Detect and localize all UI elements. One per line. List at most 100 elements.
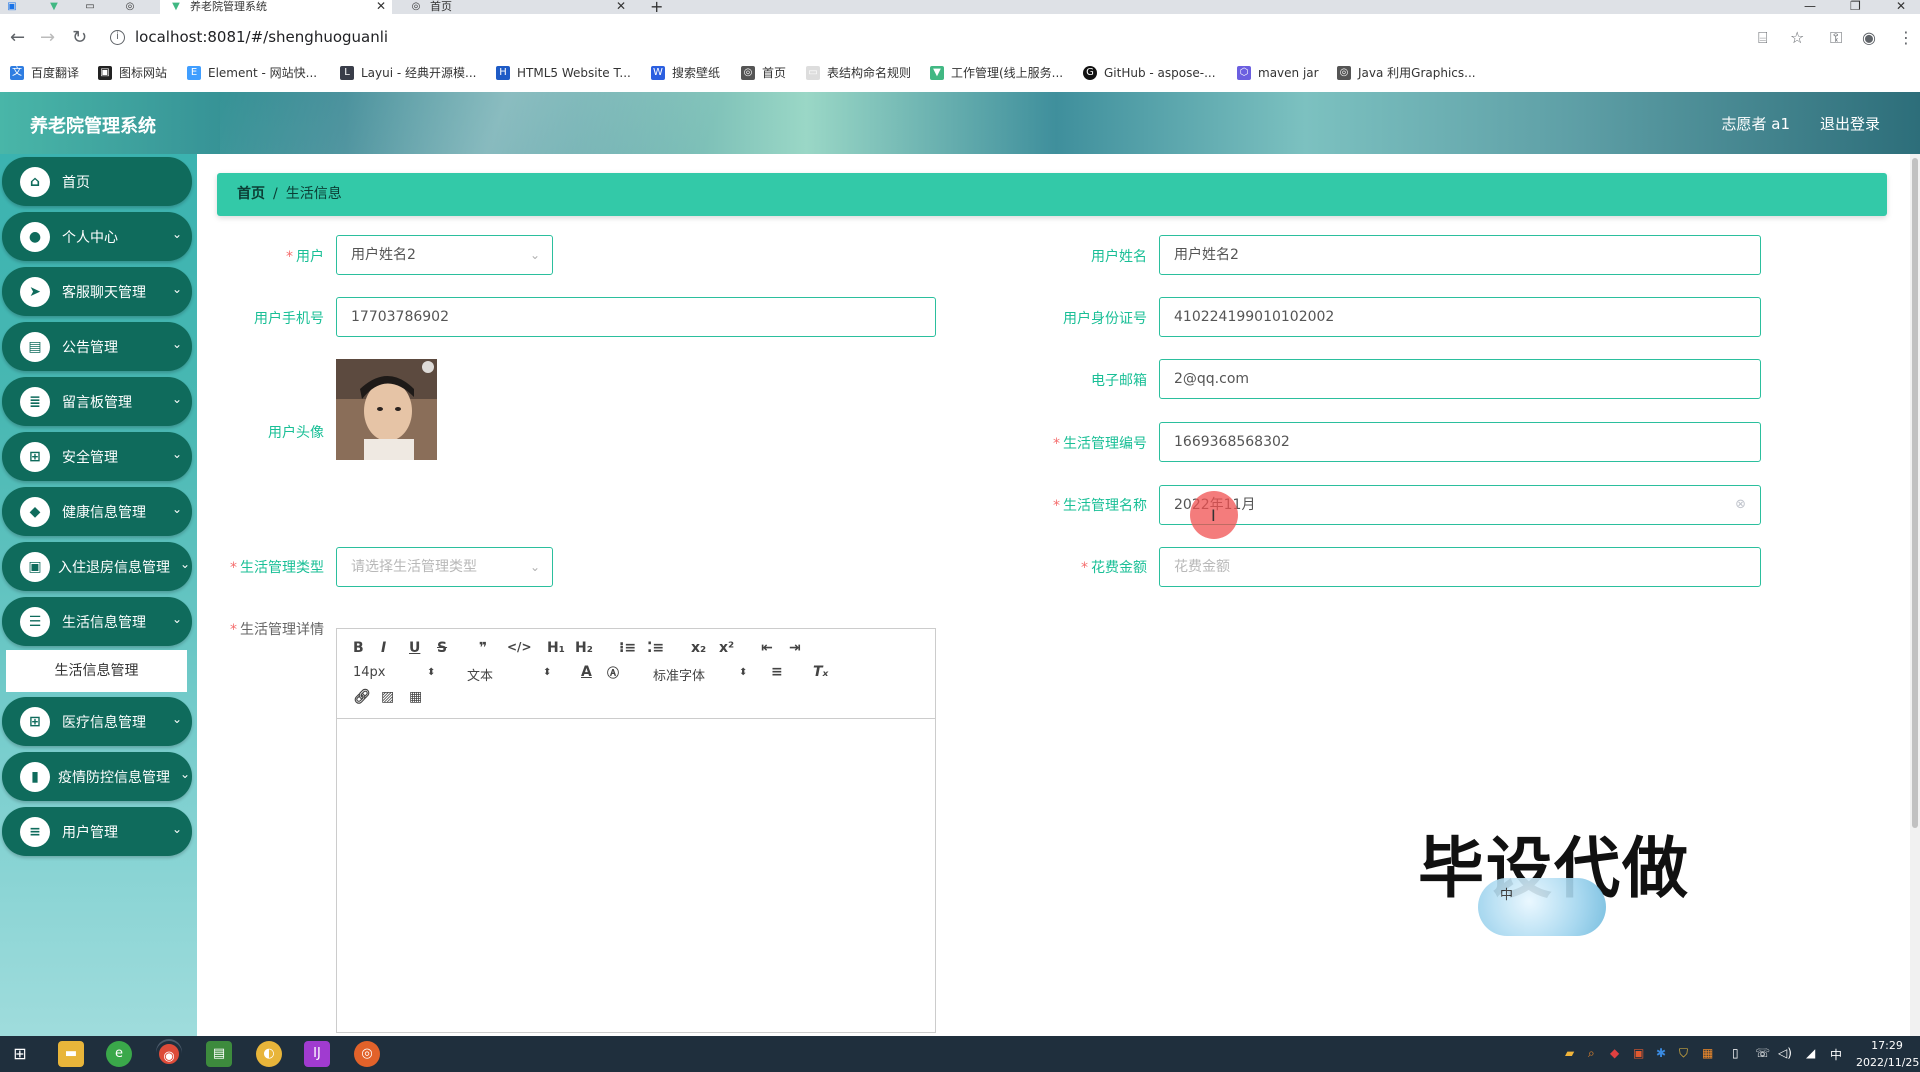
bookmark[interactable]: 文百度翻译: [10, 64, 79, 82]
star-icon[interactable]: ☆: [1790, 28, 1804, 47]
h1-icon[interactable]: H₁: [547, 640, 565, 656]
breadcrumb-home[interactable]: 首页: [237, 186, 265, 202]
back-icon[interactable]: ←: [10, 29, 25, 47]
font-family-select[interactable]: 标准字体 ⬍: [653, 665, 753, 684]
outdent-icon[interactable]: ⇤: [761, 640, 773, 656]
notepad-icon[interactable]: ▤: [206, 1041, 232, 1067]
tab-home[interactable]: ◎ 首页 ✕: [400, 0, 632, 14]
tab-active[interactable]: ▼ 养老院管理系统 ✕: [160, 0, 392, 14]
font-color-icon[interactable]: A: [581, 664, 592, 680]
editor-content-area[interactable]: [337, 719, 935, 1032]
close-icon[interactable]: ✕: [376, 0, 386, 12]
clear-format-icon[interactable]: Tₓ: [813, 664, 828, 680]
strike-icon[interactable]: S: [437, 640, 447, 656]
font-size-select[interactable]: 14px ⬍: [353, 665, 439, 680]
sidebar-item-checkin[interactable]: ▣ 入住退房信息管理 ⌄: [2, 542, 192, 591]
bookmark[interactable]: G GitHub - aspose-...: [1083, 64, 1216, 82]
sidebar-item-chat[interactable]: ➤ 客服聊天管理 ⌄: [2, 267, 192, 316]
life-code-field[interactable]: 1669368568302: [1159, 422, 1761, 462]
sidebar-item-life[interactable]: ☰ 生活信息管理 ⌄: [2, 597, 192, 646]
tab-pinned-2[interactable]: ▼: [48, 0, 76, 14]
indent-icon[interactable]: ⇥: [789, 640, 801, 656]
underline-icon[interactable]: U: [409, 640, 420, 656]
minimize-icon[interactable]: —: [1804, 0, 1816, 12]
windows-start-icon[interactable]: ⊞: [7, 1041, 33, 1067]
bookmark[interactable]: ⬡ maven jar: [1237, 64, 1319, 82]
bluetooth-tray-icon[interactable]: ✱: [1656, 1046, 1666, 1060]
sidebar-item-personal[interactable]: ● 个人中心 ⌄: [2, 212, 192, 261]
life-name-field[interactable]: 2022年11月 ⊗: [1159, 485, 1761, 525]
video-icon[interactable]: ▦: [409, 689, 422, 705]
background-color-icon[interactable]: Ⓐ: [607, 664, 619, 681]
clear-icon[interactable]: ⊗: [1735, 486, 1746, 524]
link-icon[interactable]: 🔗︎: [353, 689, 371, 705]
ime-indicator[interactable]: 中: [1830, 1046, 1842, 1063]
browser-360-icon[interactable]: e: [106, 1041, 132, 1067]
cost-field[interactable]: 花费金额: [1159, 547, 1761, 587]
restore-icon[interactable]: ❐: [1850, 0, 1861, 12]
wifi-icon[interactable]: ◢: [1806, 1046, 1815, 1060]
user-idcard-field[interactable]: 410224199010102002: [1159, 297, 1761, 337]
volume-icon[interactable]: ◁): [1778, 1046, 1792, 1060]
folder-tray-icon[interactable]: ▰: [1565, 1046, 1574, 1060]
security-tray-icon[interactable]: ◆: [1610, 1046, 1619, 1060]
bookmark[interactable]: ◎ 首页: [741, 64, 786, 82]
subscript-icon[interactable]: x₂: [691, 640, 706, 656]
bookmark[interactable]: H HTML5 Website T...: [496, 64, 631, 82]
bookmark[interactable]: ▼ 工作管理(线上服务...: [930, 64, 1063, 82]
search-tray-icon[interactable]: ⌕: [1588, 1046, 1595, 1061]
ordered-list-icon[interactable]: ⁝≡: [619, 640, 636, 656]
sidebar-item-medical[interactable]: ⊞ 医疗信息管理 ⌄: [2, 697, 192, 746]
reload-icon[interactable]: ↻: [72, 29, 87, 47]
chrome-icon[interactable]: ◉: [156, 1041, 182, 1067]
bookmark[interactable]: E Element - 网站快...: [187, 64, 317, 82]
logout-button[interactable]: 退出登录: [1820, 113, 1880, 134]
tab-pinned-1[interactable]: ▣: [6, 0, 34, 14]
taskbar-clock[interactable]: 17:29 2022/11/25: [1856, 1037, 1919, 1071]
profile-icon[interactable]: ◉: [1862, 28, 1876, 47]
page-scrollbar[interactable]: [1910, 154, 1920, 1036]
app-tray-icon[interactable]: ▣: [1633, 1046, 1644, 1060]
sidebar-item-message[interactable]: ≣ 留言板管理 ⌄: [2, 377, 192, 426]
image-icon[interactable]: ▨: [381, 689, 394, 705]
key-icon[interactable]: ⚿: [1830, 28, 1842, 48]
h2-icon[interactable]: H₂: [575, 640, 593, 656]
email-field[interactable]: 2@qq.com: [1159, 359, 1761, 399]
intellij-icon[interactable]: IJ: [304, 1041, 330, 1067]
office-tray-icon[interactable]: ▦: [1702, 1046, 1713, 1060]
translate-icon[interactable]: ⌸: [1758, 28, 1768, 48]
life-type-select[interactable]: 请选择生活管理类型 ⌄: [336, 547, 553, 587]
new-tab-button[interactable]: +: [650, 0, 670, 15]
file-explorer-icon[interactable]: ▬: [58, 1041, 84, 1067]
info-icon[interactable]: i: [110, 30, 125, 45]
window-close-icon[interactable]: ✕: [1896, 0, 1906, 12]
shield-tray-icon[interactable]: ⛉: [1679, 1046, 1688, 1061]
bookmark[interactable]: W 搜索壁纸: [651, 64, 720, 82]
superscript-icon[interactable]: x²: [719, 640, 734, 656]
bullet-list-icon[interactable]: ⁚≡: [647, 640, 664, 656]
tab-pinned-3[interactable]: ▭: [84, 0, 112, 14]
forward-icon[interactable]: →: [40, 29, 55, 47]
sidebar-item-epidemic[interactable]: ▮ 疫情防控信息管理 ⌄: [2, 752, 192, 801]
user-phone-field[interactable]: 17703786902: [336, 297, 936, 337]
url-field[interactable]: i localhost:8081/#/shenghuoguanli: [110, 26, 388, 48]
bookmark[interactable]: ▣ 图标网站: [98, 64, 167, 82]
network-icon[interactable]: ☏: [1755, 1046, 1770, 1060]
italic-icon[interactable]: I: [381, 640, 386, 656]
sidebar-item-home[interactable]: ⌂ 首页: [2, 157, 192, 206]
bookmark[interactable]: ◎ Java 利用Graphics...: [1337, 64, 1476, 82]
user-name-field[interactable]: 用户姓名2: [1159, 235, 1761, 275]
sidebar-subitem-life[interactable]: 生活信息管理: [6, 650, 187, 692]
bookmark[interactable]: ▭ 表结构命名规则: [806, 64, 911, 82]
tab-pinned-4[interactable]: ◎: [124, 0, 152, 14]
sidebar-item-notice[interactable]: ▤ 公告管理 ⌄: [2, 322, 192, 371]
sidebar-item-health[interactable]: ◆ 健康信息管理 ⌄: [2, 487, 192, 536]
menu-icon[interactable]: ⋮: [1898, 28, 1914, 47]
blockquote-icon[interactable]: ❞: [479, 640, 487, 656]
battery-icon[interactable]: ▯: [1732, 1046, 1739, 1060]
user-select[interactable]: 用户姓名2 ⌄: [336, 235, 553, 275]
bold-icon[interactable]: B: [353, 640, 364, 656]
bookmark[interactable]: L Layui - 经典开源模...: [340, 64, 476, 82]
scrollbar-thumb[interactable]: [1912, 158, 1918, 828]
align-icon[interactable]: ≡: [771, 664, 783, 680]
